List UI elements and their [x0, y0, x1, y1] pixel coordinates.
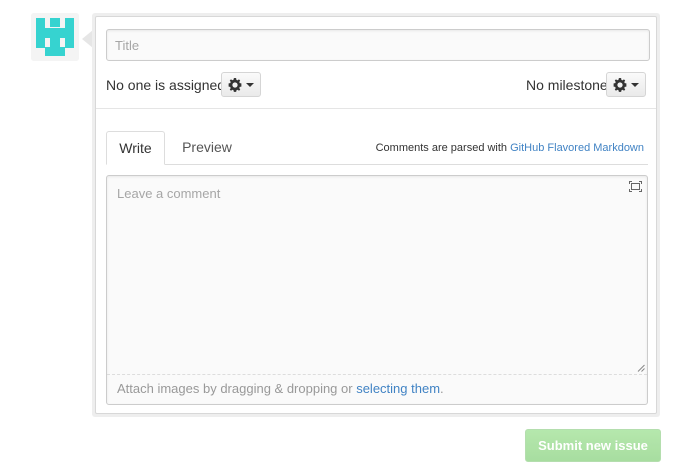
assignee-label: No one is assigned	[106, 77, 226, 93]
tab-preview[interactable]: Preview	[172, 131, 242, 165]
tab-write[interactable]: Write	[106, 131, 165, 165]
identicon-icon	[31, 13, 79, 61]
resize-handle-icon[interactable]	[637, 364, 645, 372]
assignee-gear-button[interactable]	[221, 72, 261, 97]
drop-zone-divider	[107, 374, 647, 375]
markdown-help-link[interactable]: GitHub Flavored Markdown	[510, 142, 644, 154]
markdown-note-text: Comments are parsed with	[375, 142, 511, 154]
markdown-note: Comments are parsed with GitHub Flavored…	[376, 142, 644, 154]
select-files-link[interactable]: selecting them	[356, 381, 440, 396]
fullscreen-icon[interactable]	[629, 181, 642, 192]
issue-form-body: No one is assigned No milestone Write Pr…	[95, 16, 657, 414]
gear-icon	[613, 78, 627, 92]
chevron-down-icon	[246, 83, 254, 87]
comment-textarea[interactable]	[107, 176, 647, 374]
comment-box: Attach images by dragging & dropping or …	[106, 175, 648, 405]
milestone-label: No milestone	[526, 77, 608, 93]
divider	[96, 108, 656, 109]
gear-icon	[228, 78, 242, 92]
attach-hint-text: Attach images by dragging & dropping or	[117, 381, 357, 396]
title-input[interactable]	[106, 29, 650, 61]
avatar[interactable]	[31, 13, 79, 61]
chevron-down-icon	[631, 83, 639, 87]
milestone-gear-button[interactable]	[606, 72, 646, 97]
submit-issue-button[interactable]: Submit new issue	[525, 429, 661, 462]
issue-form: No one is assigned No milestone Write Pr…	[92, 13, 660, 417]
attach-hint-suffix: .	[440, 381, 444, 396]
attach-images-hint: Attach images by dragging & dropping or …	[117, 381, 444, 396]
